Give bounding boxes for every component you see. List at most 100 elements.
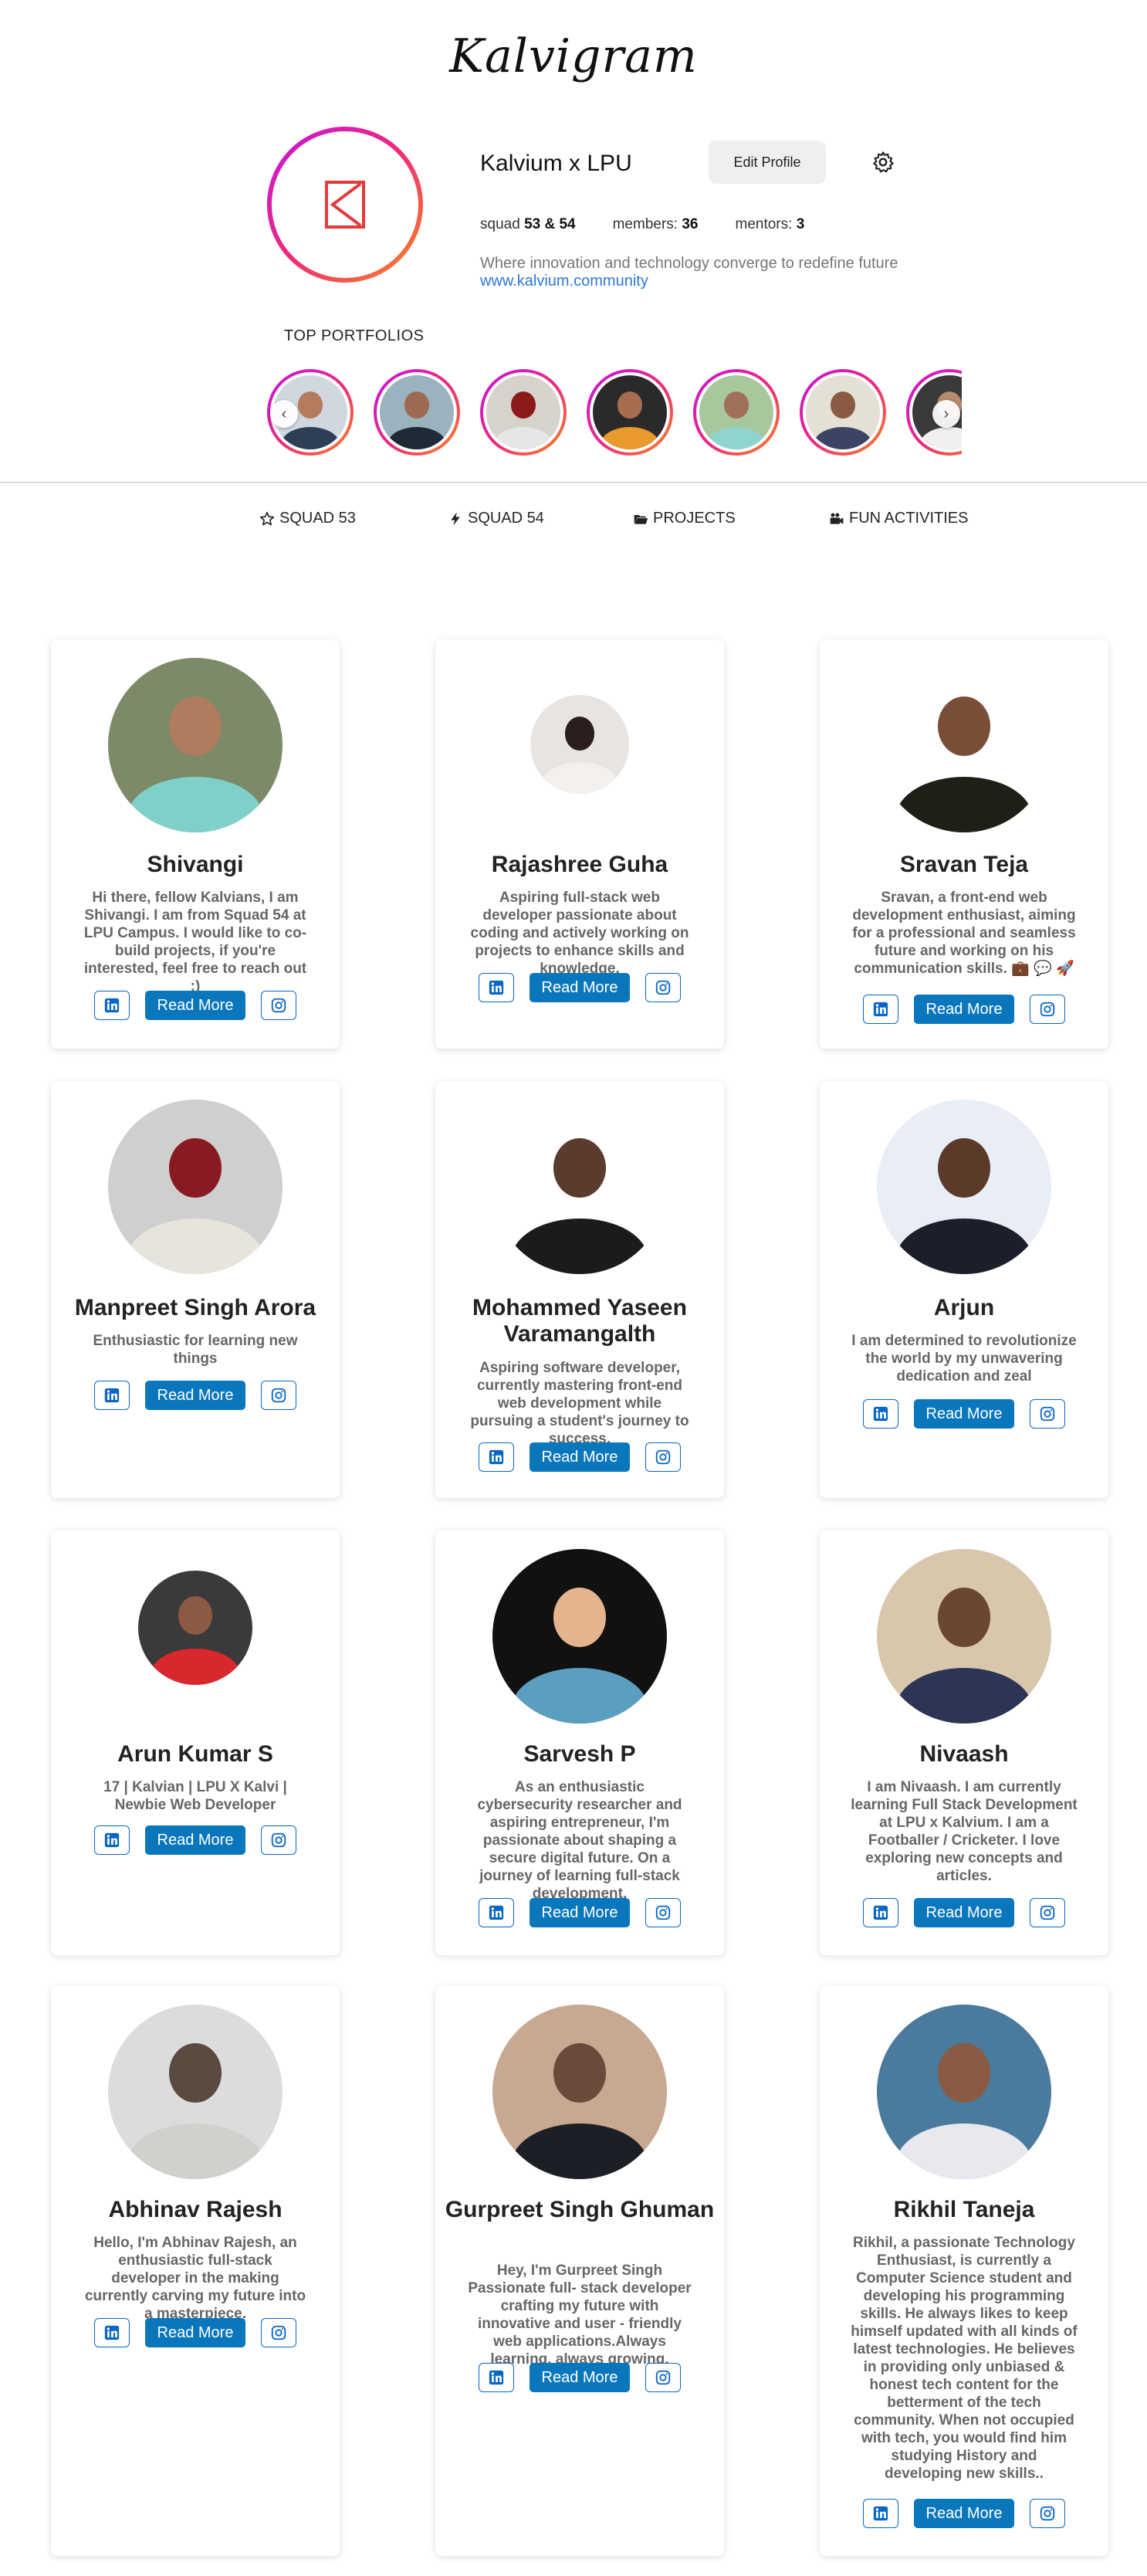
member-card: Sarvesh P As an enthusiastic cybersecurit… <box>435 1530 724 1955</box>
member-card: Nivaash I am Nivaash. I am currently lear… <box>820 1530 1108 1955</box>
linkedin-button[interactable] <box>862 1399 898 1429</box>
story-avatar[interactable] <box>587 369 673 456</box>
chevron-left-icon[interactable]: ‹ <box>270 400 298 428</box>
instagram-button[interactable] <box>645 1442 682 1472</box>
member-photo <box>492 1100 667 1274</box>
member-description: Aspiring full-stack web developer passio… <box>470 890 689 977</box>
story-avatar[interactable] <box>374 369 460 456</box>
member-photo <box>877 2005 1051 2179</box>
tab-squad-53[interactable]: SQUAD 53 <box>259 510 356 527</box>
member-name: Sarvesh P <box>523 1741 636 1767</box>
tab-fun-activities[interactable]: FUN ACTIVITIES <box>829 510 968 527</box>
linkedin-button[interactable] <box>862 1898 898 1927</box>
member-name: Shivangi <box>147 852 244 877</box>
tab-label: FUN ACTIVITIES <box>849 510 969 527</box>
story-avatar[interactable] <box>800 369 886 456</box>
member-actions: Read More <box>820 995 1108 1024</box>
linkedin-button[interactable] <box>478 973 514 1002</box>
app-logo[interactable]: Kalvigram <box>0 29 1147 83</box>
instagram-icon <box>1039 1904 1056 1921</box>
instagram-icon <box>270 1832 287 1849</box>
member-actions: Read More <box>820 1399 1108 1429</box>
member-card: Gurpreet Singh Ghuman Hey, I'm Gurpreet S… <box>435 1986 724 2556</box>
instagram-button[interactable] <box>1030 995 1066 1024</box>
linkedin-icon <box>872 1405 889 1422</box>
profile-avatar[interactable] <box>267 127 423 283</box>
story-avatar[interactable] <box>480 369 567 456</box>
linkedin-button[interactable] <box>862 2499 898 2528</box>
tab-squad-54[interactable]: SQUAD 54 <box>448 510 544 527</box>
read-more-button[interactable]: Read More <box>529 1442 631 1472</box>
member-card: Manpreet Singh Arora Enthusiastic for lea… <box>51 1081 340 1498</box>
section-divider <box>0 482 1147 483</box>
read-more-button[interactable]: Read More <box>913 2499 1015 2528</box>
profile-bio: Where innovation and technology converge… <box>480 255 898 272</box>
tab-label: SQUAD 53 <box>279 510 356 527</box>
read-more-button[interactable]: Read More <box>529 973 631 1002</box>
member-card: Rikhil Taneja Rikhil, a passionate Techno… <box>820 1986 1108 2556</box>
linkedin-icon <box>872 2505 889 2522</box>
member-name: Sravan Teja <box>899 852 1029 877</box>
read-more-button[interactable]: Read More <box>144 1825 246 1855</box>
read-more-button[interactable]: Read More <box>144 2318 246 2347</box>
member-name: Abhinav Rajesh <box>108 2197 283 2222</box>
member-actions: Read More <box>435 973 724 1002</box>
chevron-right-icon[interactable]: › <box>932 400 960 428</box>
member-photo <box>877 1100 1051 1274</box>
instagram-button[interactable] <box>645 1898 682 1927</box>
member-description: Sravan, a front-end web development enth… <box>852 890 1076 977</box>
member-actions: Read More <box>51 991 340 1020</box>
linkedin-button[interactable] <box>862 995 898 1024</box>
member-name: Gurpreet Singh Ghuman <box>445 2197 715 2222</box>
profile-website-link[interactable]: www.kalvium.community <box>480 273 648 290</box>
instagram-button[interactable] <box>1030 1399 1066 1429</box>
member-actions: Read More <box>51 1381 340 1410</box>
linkedin-button[interactable] <box>93 1825 130 1855</box>
instagram-button[interactable] <box>1030 1898 1066 1927</box>
instagram-button[interactable] <box>261 1381 297 1410</box>
instagram-button[interactable] <box>1030 2499 1066 2528</box>
instagram-button[interactable] <box>261 2318 297 2347</box>
linkedin-button[interactable] <box>93 1381 130 1410</box>
member-card: Arun Kumar S 17 | Kalvian | LPU X Kalvi |… <box>51 1530 340 1955</box>
instagram-icon <box>1039 1405 1056 1422</box>
read-more-button[interactable]: Read More <box>144 1381 246 1410</box>
instagram-button[interactable] <box>261 1825 297 1855</box>
read-more-button[interactable]: Read More <box>529 2363 631 2392</box>
linkedin-button[interactable] <box>93 2318 130 2347</box>
profile-stats: squad 53 & 54 members: 36 mentors: 3 <box>480 216 841 233</box>
read-more-button[interactable]: Read More <box>529 1898 631 1927</box>
read-more-button[interactable]: Read More <box>913 995 1015 1024</box>
member-description: Enthusiastic for learning new things <box>93 1333 298 1367</box>
linkedin-button[interactable] <box>478 2363 514 2392</box>
member-description: Hello, I'm Abhinav Rajesh, an enthusiast… <box>84 2235 306 2322</box>
member-name: Nivaash <box>919 1741 1009 1767</box>
member-description: As an enthusiastic cybersecurity researc… <box>477 1779 682 1902</box>
instagram-button[interactable] <box>645 973 682 1002</box>
member-name: Arjun <box>933 1295 995 1320</box>
read-more-button[interactable]: Read More <box>144 991 246 1020</box>
linkedin-icon <box>103 997 120 1014</box>
linkedin-button[interactable] <box>478 1898 514 1927</box>
instagram-button[interactable] <box>645 2363 682 2392</box>
stat-members: members: 36 <box>612 216 699 232</box>
member-description: Hi there, fellow Kalvians, I am Shivangi… <box>83 890 307 995</box>
linkedin-button[interactable] <box>478 1442 514 1472</box>
instagram-icon <box>270 1387 287 1404</box>
member-photo <box>492 1549 667 1724</box>
member-name: Mohammed Yaseen Varamangalth <box>472 1295 687 1347</box>
edit-profile-button[interactable]: Edit Profile <box>709 141 826 184</box>
tab-projects[interactable]: PROJECTS <box>633 510 736 527</box>
gear-icon[interactable] <box>871 150 895 175</box>
instagram-icon <box>270 997 287 1014</box>
story-avatar[interactable] <box>693 369 780 456</box>
member-description: 17 | Kalvian | LPU X Kalvi | Newbie Web … <box>103 1779 287 1813</box>
member-description: I am determined to revolutionize the wor… <box>851 1333 1077 1385</box>
linkedin-button[interactable] <box>93 991 130 1020</box>
instagram-icon <box>655 1449 672 1466</box>
member-photo <box>877 1549 1051 1724</box>
instagram-icon <box>655 979 672 996</box>
instagram-button[interactable] <box>261 991 297 1020</box>
read-more-button[interactable]: Read More <box>913 1399 1015 1429</box>
read-more-button[interactable]: Read More <box>913 1898 1015 1927</box>
